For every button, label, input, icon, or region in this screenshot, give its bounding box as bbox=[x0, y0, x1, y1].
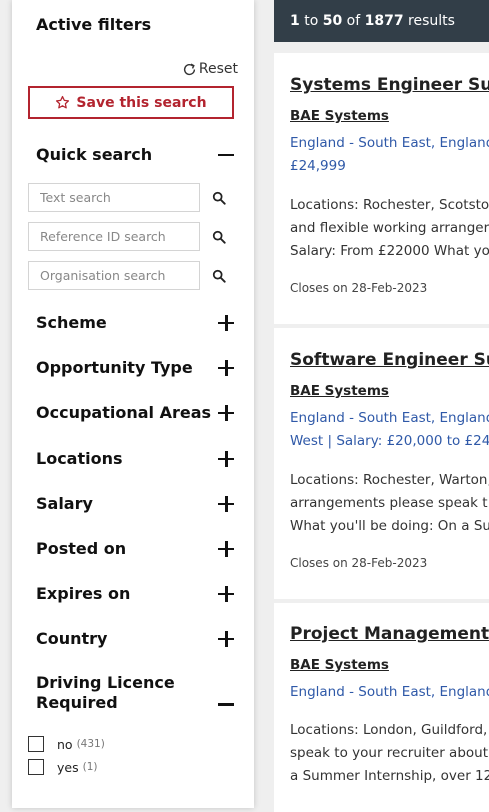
checkbox[interactable] bbox=[28, 736, 44, 752]
option-count: (431) bbox=[76, 738, 105, 750]
save-search-label: Save this search bbox=[76, 94, 207, 111]
option-label: yes bbox=[57, 759, 79, 775]
job-description-line: What you'll be doing: On a Su bbox=[290, 518, 489, 534]
results-of-word: of bbox=[346, 13, 361, 29]
section-label: Posted on bbox=[36, 539, 127, 558]
text-search-input[interactable] bbox=[28, 183, 200, 212]
job-salary: West | Salary: £20,000 to £24 bbox=[290, 433, 489, 449]
plus-icon bbox=[218, 314, 234, 331]
closing-date: Closes on 28-Feb-2023 bbox=[290, 556, 428, 570]
job-title-link[interactable]: Systems Engineer Sum bbox=[290, 75, 489, 95]
job-card: Systems Engineer Sum BAE Systems England… bbox=[274, 53, 489, 324]
plus-icon bbox=[218, 630, 234, 647]
posted-on-filter-toggle[interactable]: Posted on bbox=[36, 539, 234, 558]
reference-id-search-input[interactable] bbox=[28, 222, 200, 251]
driving-licence-option-no[interactable]: no (431) bbox=[28, 736, 105, 752]
section-label: Opportunity Type bbox=[36, 358, 193, 377]
scheme-filter-toggle[interactable]: Scheme bbox=[36, 313, 234, 332]
job-location: England - South East, England bbox=[290, 410, 489, 426]
organisation-link[interactable]: BAE Systems bbox=[290, 383, 389, 399]
minus-icon bbox=[218, 147, 234, 163]
plus-icon bbox=[218, 495, 234, 512]
star-icon bbox=[56, 95, 70, 109]
country-filter-toggle[interactable]: Country bbox=[36, 629, 234, 648]
job-description-line: arrangements please speak t bbox=[290, 495, 488, 511]
job-location: England - South East, England bbox=[290, 684, 489, 700]
minus-icon bbox=[218, 696, 234, 712]
plus-icon bbox=[218, 359, 234, 376]
salary-filter-toggle[interactable]: Salary bbox=[36, 494, 234, 513]
job-title-link[interactable]: Software Engineer Sum bbox=[290, 350, 489, 370]
organisation-link[interactable]: BAE Systems bbox=[290, 108, 389, 124]
organisation-link[interactable]: BAE Systems bbox=[290, 657, 389, 673]
plus-icon bbox=[218, 585, 234, 602]
section-label: Expires on bbox=[36, 584, 131, 603]
section-label: Salary bbox=[36, 494, 93, 513]
reset-label: Reset bbox=[198, 61, 238, 77]
driving-licence-label: Driving Licence Required bbox=[36, 673, 175, 712]
section-label: Scheme bbox=[36, 313, 107, 332]
plus-icon bbox=[218, 540, 234, 557]
plus-icon bbox=[218, 404, 234, 421]
opportunity-type-filter-toggle[interactable]: Opportunity Type bbox=[36, 358, 234, 377]
job-description-line: a Summer Internship, over 12 bbox=[290, 768, 489, 784]
section-label: Country bbox=[36, 629, 108, 648]
job-description-line: Locations: Rochester, Warton, bbox=[290, 472, 489, 488]
job-description-line: Locations: London, Guildford, C bbox=[290, 722, 489, 738]
results-suffix: results bbox=[408, 13, 455, 29]
occupational-areas-filter-toggle[interactable]: Occupational Areas bbox=[36, 403, 234, 422]
option-count: (1) bbox=[82, 761, 98, 773]
job-card: Project Management S BAE Systems England… bbox=[274, 603, 489, 812]
filters-sidebar: Active filters Reset Save this search Qu… bbox=[12, 0, 254, 808]
active-filters-heading: Active filters bbox=[36, 15, 152, 34]
job-description-line: Locations: Rochester, Scotstou bbox=[290, 197, 489, 213]
job-description-line: Salary: From £22000 What you bbox=[290, 243, 489, 259]
organisation-search-input[interactable] bbox=[28, 261, 200, 290]
results-to-word: to bbox=[304, 13, 319, 29]
results-count-bar: 1 to 50 of 1877 results bbox=[274, 0, 489, 42]
job-description-line: speak to your recruiter about bbox=[290, 745, 489, 761]
refresh-icon bbox=[183, 63, 195, 75]
section-label: Locations bbox=[36, 449, 123, 468]
reset-button[interactable]: Reset bbox=[182, 61, 238, 77]
section-label: Occupational Areas bbox=[36, 403, 212, 422]
organisation-search-row bbox=[28, 261, 240, 290]
job-location: England - South East, England bbox=[290, 135, 489, 151]
search-icon[interactable] bbox=[212, 191, 226, 205]
quick-search-label: Quick search bbox=[36, 145, 153, 164]
job-title-link[interactable]: Project Management S bbox=[290, 624, 489, 644]
save-search-button[interactable]: Save this search bbox=[28, 86, 234, 119]
results-from: 1 bbox=[290, 13, 300, 29]
job-card: Software Engineer Sum BAE Systems Englan… bbox=[274, 328, 489, 599]
option-label: no bbox=[57, 736, 73, 752]
quick-search-toggle[interactable]: Quick search bbox=[36, 145, 234, 164]
closing-date: Closes on 28-Feb-2023 bbox=[290, 281, 428, 295]
driving-licence-filter-toggle[interactable]: Driving Licence Required bbox=[36, 673, 234, 713]
job-salary: £24,999 bbox=[290, 158, 346, 174]
driving-licence-option-yes[interactable]: yes (1) bbox=[28, 759, 97, 775]
checkbox[interactable] bbox=[28, 759, 44, 775]
expires-on-filter-toggle[interactable]: Expires on bbox=[36, 584, 234, 603]
search-icon[interactable] bbox=[212, 269, 226, 283]
text-search-row bbox=[28, 183, 240, 212]
locations-filter-toggle[interactable]: Locations bbox=[36, 449, 234, 468]
search-icon[interactable] bbox=[212, 230, 226, 244]
results-total: 1877 bbox=[364, 13, 404, 29]
job-description-line: and flexible working arranger bbox=[290, 220, 489, 236]
reference-search-row bbox=[28, 222, 240, 251]
plus-icon bbox=[218, 450, 234, 467]
results-to: 50 bbox=[322, 13, 343, 29]
